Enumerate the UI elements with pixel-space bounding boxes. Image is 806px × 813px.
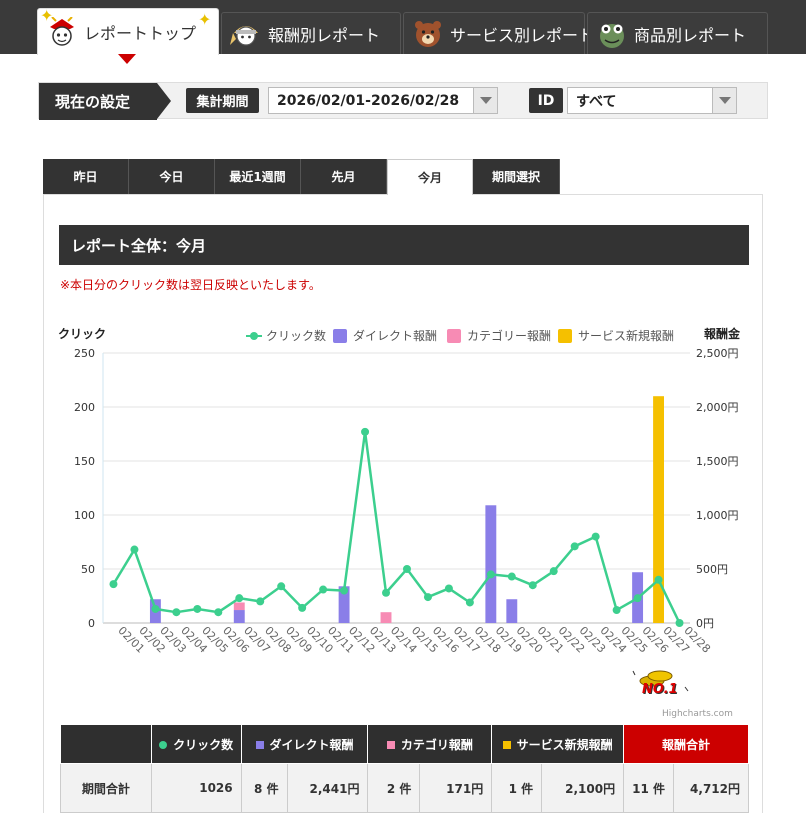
badge-text: NO.1: [642, 682, 678, 697]
cell-direct-amount: 2,441円: [286, 763, 369, 813]
cell-service-amount: 2,100円: [541, 763, 625, 813]
tab-reward-report[interactable]: 報酬別レポート: [221, 12, 401, 54]
id-label: ID: [529, 88, 563, 113]
sparkle-icon: ✦: [40, 6, 54, 25]
chevron-down-icon[interactable]: [473, 88, 497, 113]
tab-label: レポートトップ: [84, 24, 197, 43]
id-select[interactable]: すべて: [567, 87, 737, 114]
settings-title: 現在の設定: [39, 83, 171, 120]
header-category: カテゴリ報酬: [367, 724, 493, 764]
id-select-value: すべて: [576, 93, 617, 110]
top-tab-bar: レポートトップ 報酬別レポート サービス別レポート 商品別レポート: [0, 0, 806, 55]
service-square-icon: [502, 740, 511, 749]
summary-corner: [60, 724, 152, 764]
no1-coins-badge: NO.1: [630, 667, 690, 701]
header-clicks: クリック数: [150, 724, 242, 764]
cell-category-count: 2 件: [367, 763, 421, 813]
tab-this-month[interactable]: 今月: [387, 159, 473, 195]
table-row: 期間合計 1026 8 件 2,441円 2 件 171円 1 件 2,100円…: [60, 763, 749, 813]
frog-mascot-icon: [596, 19, 628, 49]
summary-table: クリック数 ダイレクト報酬 カテゴリ報酬 サービス新規報酬 報酬合計 期間合計 …: [60, 724, 749, 813]
current-settings-bar: 現在の設定 集計期間 2026/02/01-2026/02/28 ID すべて: [38, 82, 768, 120]
tab-label: サービス別レポート: [450, 25, 595, 45]
header-total: 報酬合計: [623, 724, 749, 764]
period-select[interactable]: 2026/02/01-2026/02/28: [268, 87, 498, 114]
tab-last-week[interactable]: 最近1週間: [215, 159, 301, 194]
cell-category-amount: 171円: [419, 763, 493, 813]
report-title: レポート全体：今月: [59, 225, 749, 265]
summary-header-row: クリック数 ダイレクト報酬 カテゴリ報酬 サービス新規報酬 報酬合計: [60, 724, 749, 764]
ninja-mascot-icon: [230, 19, 262, 49]
tab-last-month[interactable]: 先月: [301, 159, 387, 194]
tab-today[interactable]: 今日: [129, 159, 215, 194]
active-tab-indicator: [118, 54, 136, 64]
cell-service-count: 1 件: [491, 763, 543, 813]
bear-mascot-icon: [412, 19, 444, 49]
cell-total-count: 11 件: [623, 763, 675, 813]
period-select-value: 2026/02/01-2026/02/28: [277, 92, 460, 109]
header-service: サービス新規報酬: [491, 724, 625, 764]
tab-label: 報酬別レポート: [268, 25, 381, 45]
row-label: 期間合計: [60, 763, 152, 813]
tab-report-top[interactable]: レポートトップ: [37, 8, 219, 55]
category-square-icon: [386, 740, 395, 749]
tab-yesterday[interactable]: 昨日: [43, 159, 129, 194]
header-direct: ダイレクト報酬: [240, 724, 369, 764]
click-dot-icon: [159, 740, 168, 749]
period-label: 集計期間: [186, 88, 259, 113]
cell-total-amount: 4,712円: [673, 763, 749, 813]
tab-custom-period[interactable]: 期間選択: [473, 159, 560, 194]
highcharts-credit[interactable]: Highcharts.com: [662, 709, 733, 719]
direct-square-icon: [255, 740, 264, 749]
cell-direct-count: 8 件: [240, 763, 288, 813]
tab-product-report[interactable]: 商品別レポート: [587, 12, 768, 54]
tab-service-report[interactable]: サービス別レポート: [403, 12, 594, 54]
cell-clicks: 1026: [150, 763, 242, 813]
tab-label: 商品別レポート: [634, 25, 747, 45]
chevron-down-icon[interactable]: [712, 88, 736, 113]
click-delay-note: ※本日分のクリック数は翌日反映といたします。: [60, 278, 321, 292]
sparkle-icon: ✦: [198, 10, 212, 29]
